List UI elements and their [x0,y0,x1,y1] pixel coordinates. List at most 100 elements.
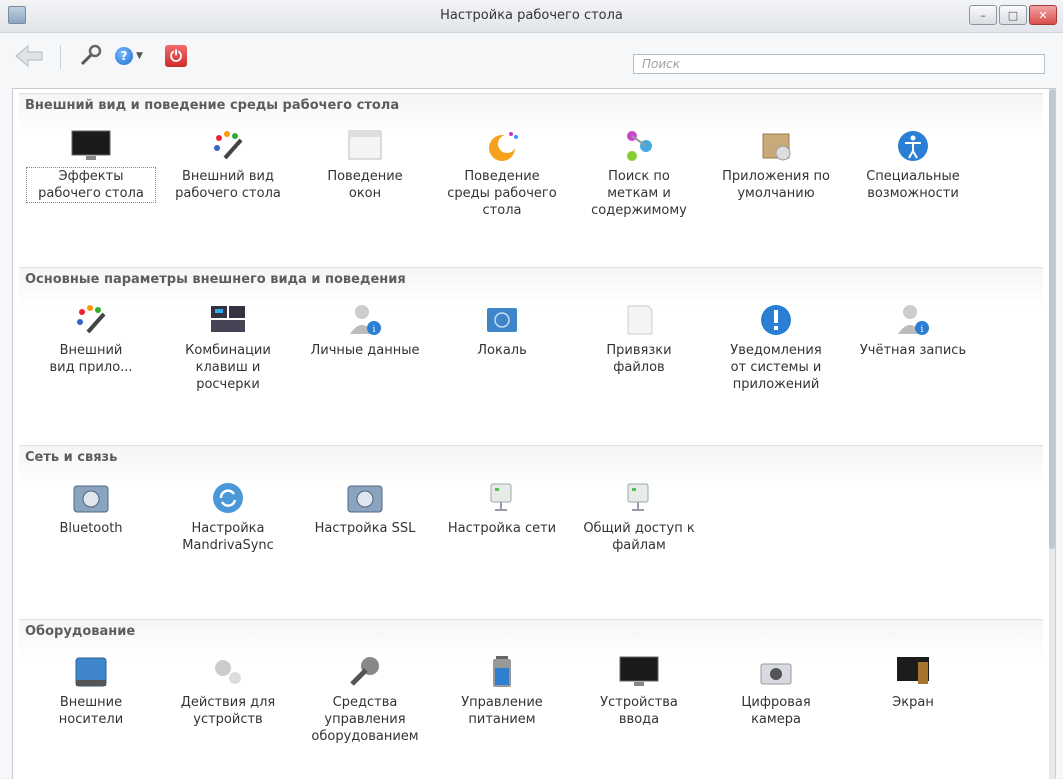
svg-text:i: i [373,325,376,335]
module-label: Приложения по умолчанию [722,169,830,201]
user-info-icon: i [344,302,386,338]
module-item[interactable]: Поиск по меткам и содержимому [575,128,703,219]
module-label: Локаль [477,343,527,358]
toolbar-separator [60,45,61,69]
locale-icon [481,302,523,338]
category-section: Внешний вид и поведение среды рабочего с… [19,93,1043,264]
window-title: Настройка рабочего стола [440,8,623,23]
module-item[interactable]: Уведомления от системы и приложений [712,302,840,393]
network-device-icon [481,480,523,516]
module-item[interactable]: Цифровая камера [712,654,840,728]
module-label: Привязки файлов [606,343,672,375]
module-label: Внешние носители [58,695,124,727]
module-item[interactable]: Средства управления оборудованием [301,654,429,745]
module-item[interactable]: Bluetooth [27,480,155,537]
module-item[interactable]: Экран [849,654,977,711]
module-item[interactable]: Поведение среды рабочего стола [438,128,566,219]
help-icon[interactable]: ? [115,47,133,65]
module-label: Поведение окон [327,169,403,201]
vertical-scrollbar[interactable] [1049,89,1055,779]
module-label: Специальные возможности [866,169,960,201]
window-icon [344,128,386,164]
module-label: Bluetooth [59,521,123,536]
module-label: Внешний вид прило... [49,343,133,375]
display-icon [892,654,934,690]
module-label: Настройка SSL [314,521,416,536]
module-item[interactable]: Общий доступ к файлам [575,480,703,554]
module-item[interactable]: Устройства ввода [575,654,703,728]
module-item[interactable]: Настройка MandrivaSync [164,480,292,554]
module-item[interactable]: Эффекты рабочего стола [26,128,156,203]
camera-icon [755,654,797,690]
modules-panel: Внешний вид и поведение среды рабочего с… [12,88,1056,779]
module-label: Внешний вид рабочего стола [175,169,281,201]
category-title: Оборудование [25,624,136,639]
monitor-icon [70,128,112,164]
category-title: Внешний вид и поведение среды рабочего с… [25,98,400,113]
module-label: Средства управления оборудованием [311,695,419,744]
module-label: Настройка сети [447,521,557,536]
network-device-icon [618,480,660,516]
desktop-behavior-icon [481,128,523,164]
module-item[interactable]: Действия для устройств [164,654,292,728]
module-item[interactable]: i Личные данные [301,302,429,359]
module-label: Настройка MandrivaSync [182,521,274,553]
gears-icon [207,654,249,690]
module-label: Цифровая камера [741,695,811,727]
module-item[interactable]: Локаль [438,302,566,359]
usb-drive-icon [70,654,112,690]
minimize-icon[interactable]: – [969,5,997,25]
hardware-tools-icon [344,654,386,690]
palette-brush-icon [70,302,112,338]
module-item[interactable]: Внешний вид прило... [27,302,155,376]
module-item[interactable]: Настройка SSL [301,480,429,537]
help-menu-arrow-icon[interactable]: ▼ [136,51,143,61]
settings-window: Настройка рабочего стола – □ ✕ ? ▼ ⏻ Пои… [0,0,1063,779]
user-info-icon: i [892,302,934,338]
sync-icon [207,480,249,516]
module-label: Экран [892,695,934,710]
module-item[interactable]: Настройка сети [438,480,566,537]
palette-brush-icon [207,128,249,164]
module-label: Эффекты рабочего стола [26,167,156,203]
network-gear-icon [344,480,386,516]
keyboard-icon [207,302,249,338]
notification-icon [755,302,797,338]
module-item[interactable]: Привязки файлов [575,302,703,376]
module-label: Общий доступ к файлам [583,521,695,553]
module-item[interactable]: i Учётная запись [849,302,977,359]
module-label: Учётная запись [859,343,967,358]
scrollbar-thumb[interactable] [1049,89,1055,549]
module-item[interactable]: Специальные возможности [849,128,977,202]
module-label: Комбинации клавиш и росчерки [185,343,271,392]
wrench-icon[interactable] [78,44,104,68]
module-item[interactable]: Внешний вид рабочего стола [164,128,292,202]
module-item[interactable]: Комбинации клавиш и росчерки [164,302,292,393]
battery-icon [481,654,523,690]
default-apps-icon [755,128,797,164]
module-item[interactable]: Управление питанием [438,654,566,728]
module-item[interactable]: Внешние носители [27,654,155,728]
title-bar: Настройка рабочего стола – □ ✕ [0,0,1063,33]
close-icon[interactable]: ✕ [1029,5,1057,25]
category-section: Основные параметры внешнего вида и повед… [19,267,1043,438]
accessibility-icon [892,128,934,164]
toolbar: ? ▼ ⏻ Поиск [0,33,1063,83]
network-gear-icon [70,480,112,516]
category-title: Основные параметры внешнего вида и повед… [25,272,406,287]
window-controls: – □ ✕ [967,5,1057,25]
module-label: Личные данные [310,343,420,358]
module-label: Управление питанием [461,695,543,727]
module-label: Поведение среды рабочего стола [447,169,557,218]
module-label: Устройства ввода [600,695,678,727]
module-item[interactable]: Поведение окон [301,128,429,202]
svg-text:i: i [921,325,924,335]
module-label: Уведомления от системы и приложений [730,343,822,392]
search-input[interactable]: Поиск [633,54,1045,74]
module-label: Поиск по меткам и содержимому [591,169,687,218]
module-item[interactable]: Приложения по умолчанию [712,128,840,202]
file-association-icon [618,302,660,338]
quit-power-icon[interactable]: ⏻ [165,45,187,67]
back-arrow-icon[interactable] [14,44,44,68]
maximize-icon[interactable]: □ [999,5,1027,25]
